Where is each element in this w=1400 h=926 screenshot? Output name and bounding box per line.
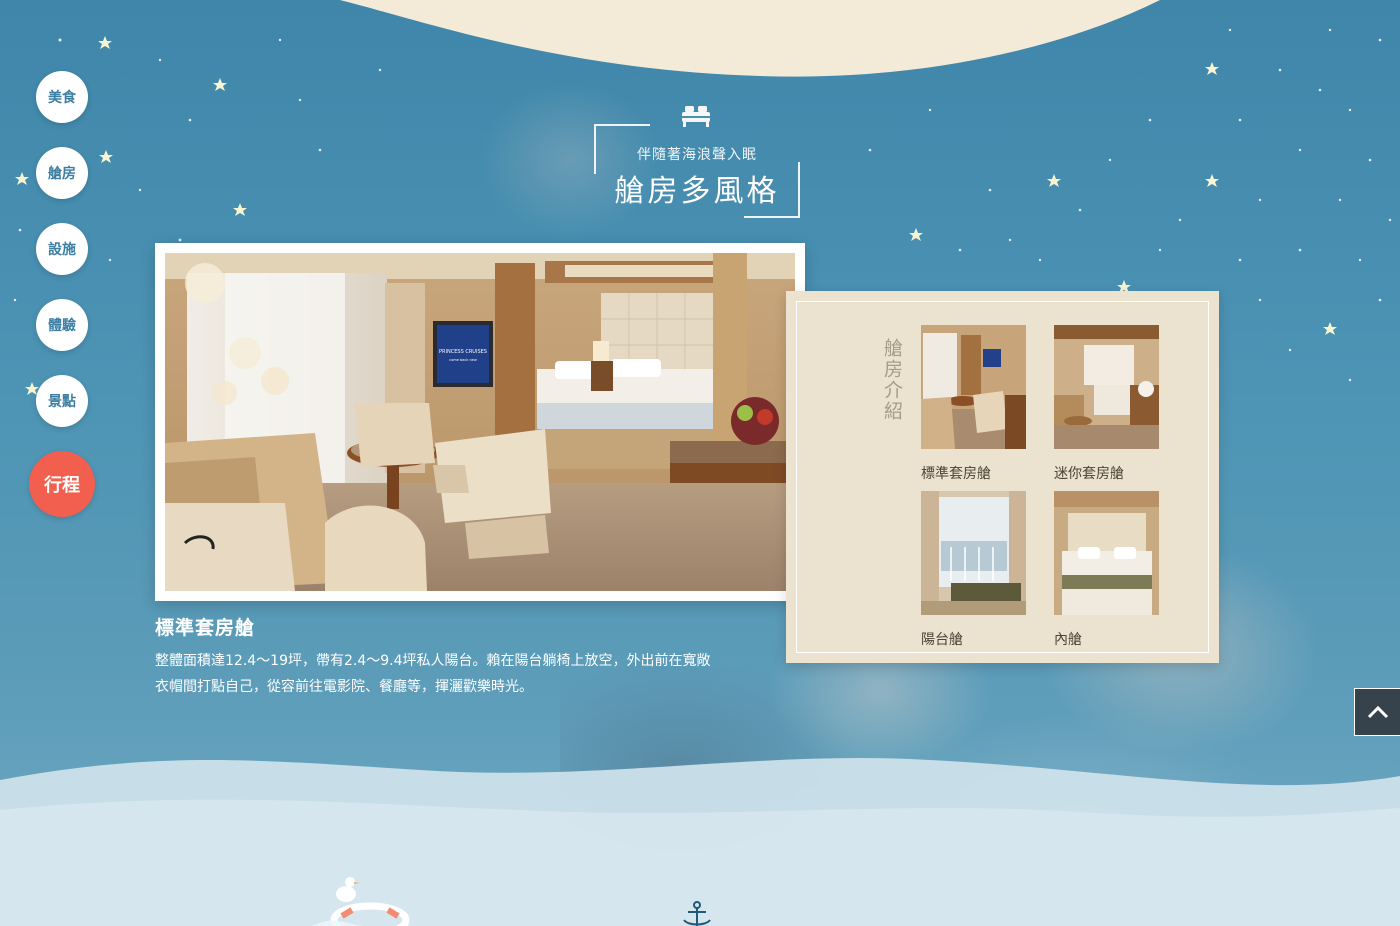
- bottom-wave: [0, 758, 1400, 926]
- cabin-caption-interior[interactable]: 內艙: [1054, 629, 1082, 649]
- nav-item-experience[interactable]: 體驗: [36, 299, 88, 351]
- cabin-intro-panel: 艙房介紹 標準套房艙 迷你套房艙 陽台艙 內艙: [786, 291, 1219, 663]
- cabin-caption-mini-suite[interactable]: 迷你套房艙: [1054, 463, 1124, 483]
- cabin-section-page: 美食 艙房 設施 體驗 景點 行程 伴隨著海浪聲入眠 艙房多風格 PRINCES…: [0, 0, 1400, 926]
- suite-cabin-photo: PRINCESS CRUISES come back new: [165, 253, 795, 591]
- main-cabin-photo-frame: PRINCESS CRUISES come back new: [155, 243, 805, 601]
- room-title: 標準套房艙: [155, 617, 256, 639]
- cabin-thumb-standard-suite[interactable]: [921, 325, 1026, 449]
- section-subtitle: 伴隨著海浪聲入眠: [637, 147, 757, 163]
- room-description: 整體面積達12.4～19坪，帶有2.4～9.4坪私人陽台。賴在陽台躺椅上放空，外…: [155, 648, 755, 700]
- cabin-caption-standard-suite[interactable]: 標準套房艙: [921, 463, 991, 483]
- anchor-icon: [683, 901, 711, 926]
- cabin-intro-label: 艙房介紹: [881, 338, 903, 422]
- room-description-line-2: 衣帽間打點自己，從容前往電影院、餐廳等，揮灑歡樂時光。: [155, 679, 533, 695]
- section-title: 艙房多風格: [614, 174, 780, 209]
- seagull-float-ring-icon: [312, 877, 410, 926]
- room-description-line-1: 整體面積達12.4～19坪，帶有2.4～9.4坪私人陽台。賴在陽台躺椅上放空，外…: [155, 653, 711, 669]
- cabin-intro-inner: 艙房介紹 標準套房艙 迷你套房艙 陽台艙 內艙: [796, 301, 1209, 653]
- nav-item-itinerary[interactable]: 行程: [29, 451, 95, 517]
- cabin-thumb-interior[interactable]: [1054, 491, 1159, 615]
- cabin-caption-balcony[interactable]: 陽台艙: [921, 629, 963, 649]
- nav-item-food[interactable]: 美食: [36, 71, 88, 123]
- side-navigation: 美食 艙房 設施 體驗 景點 行程: [0, 0, 120, 926]
- top-wave: [340, 0, 1160, 77]
- section-heading: 伴隨著海浪聲入眠 艙房多風格: [594, 100, 800, 220]
- back-to-top-button[interactable]: [1354, 688, 1400, 736]
- nav-item-cabin[interactable]: 艙房: [36, 147, 88, 199]
- chevron-up-icon: [1367, 705, 1388, 719]
- cabin-thumb-balcony[interactable]: [921, 491, 1026, 615]
- bed-icon: [682, 106, 710, 127]
- cabin-thumb-mini-suite[interactable]: [1054, 325, 1159, 449]
- tv-tagline-text: come back new: [449, 358, 477, 362]
- nav-item-attractions[interactable]: 景點: [36, 375, 88, 427]
- tv-brand-text: PRINCESS CRUISES: [439, 349, 487, 355]
- nav-item-facilities[interactable]: 設施: [36, 223, 88, 275]
